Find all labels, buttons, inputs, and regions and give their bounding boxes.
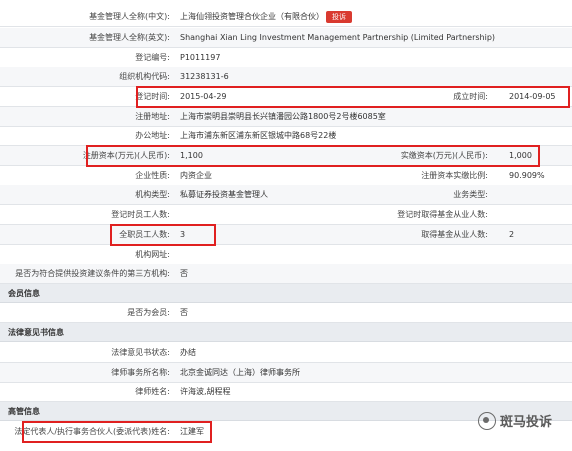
watermark-logo-icon — [478, 411, 496, 430]
label-staff-qualified: 取得基金从业人数: — [421, 230, 488, 239]
section-legal-title: 法律意见书信息 — [8, 328, 64, 337]
section-exec-title: 高管信息 — [8, 407, 40, 416]
value-third-party: 否 — [180, 269, 188, 278]
value-name-cn: 上海仙翎投资管理合伙企业（有限合伙） — [180, 12, 324, 21]
label-reg-addr: 注册地址: — [135, 112, 170, 121]
watermark-text: 斑马投诉 — [500, 415, 553, 430]
row-lawyer: 律师姓名: 许海波,胡程程 — [0, 382, 572, 402]
label-office-addr: 办公地址: — [135, 131, 170, 140]
row-reg-time: 登记时间: 2015-04-29 成立时间: 2014-09-05 — [0, 87, 572, 107]
label-staff-reg: 登记时员工人数: — [111, 210, 170, 219]
label-type: 机构类型: — [135, 190, 170, 199]
label-reg-capital: 注册资本(万元)(人民币): — [82, 151, 170, 160]
label-staff-full: 全职员工人数: — [119, 230, 170, 239]
row-name-cn: 基金管理人全称(中文): 上海仙翎投资管理合伙企业（有限合伙） 投诉 — [0, 7, 572, 27]
label-law-firm: 律师事务所名称: — [111, 368, 170, 377]
value-law-firm: 北京金诚同达（上海）律师事务所 — [180, 368, 300, 377]
value-legal-status: 办结 — [180, 348, 196, 357]
label-org-code: 组织机构代码: — [119, 72, 170, 81]
value-rep: 江建军 — [180, 427, 204, 436]
label-website: 机构网址: — [135, 250, 170, 259]
row-capital: 注册资本(万元)(人民币): 1,100 实缴资本(万元)(人民币): 1,00… — [0, 146, 572, 166]
value-member: 否 — [180, 308, 188, 317]
label-name-cn: 基金管理人全称(中文): — [89, 12, 170, 21]
value-nature: 内资企业 — [180, 171, 212, 180]
value-type: 私募证券投资基金管理人 — [180, 190, 268, 199]
label-reg-time: 登记时间: — [135, 92, 170, 101]
row-reg-no: 登记编号: P1011197 — [0, 48, 572, 68]
value-office-addr: 上海市浦东新区浦东新区银城中路68号22楼 — [180, 131, 337, 140]
label-nature: 企业性质: — [135, 171, 170, 180]
value-paid-capital: 1,000 — [509, 151, 532, 160]
section-legal: 法律意见书信息 — [0, 323, 572, 342]
label-legal-status: 法律意见书状态: — [111, 348, 170, 357]
watermark: 斑马投诉 — [478, 411, 552, 430]
row-org-code: 组织机构代码: 31238131-6 — [0, 67, 572, 87]
row-third-party: 是否为符合提供投资建议条件的第三方机构: 否 — [0, 264, 572, 284]
complaint-button[interactable]: 投诉 — [326, 11, 352, 23]
fund-manager-info-page: 基金管理人全称(中文): 上海仙翎投资管理合伙企业（有限合伙） 投诉 基金管理人… — [0, 0, 572, 451]
row-name-en: 基金管理人全称(英文): Shanghai Xian Ling Investme… — [0, 28, 572, 48]
value-org-code: 31238131-6 — [180, 72, 229, 81]
label-member: 是否为会员: — [127, 308, 170, 317]
label-business-type: 业务类型: — [453, 190, 488, 199]
label-est-time: 成立时间: — [453, 92, 488, 101]
row-type: 机构类型: 私募证券投资基金管理人 业务类型: — [0, 185, 572, 205]
label-paid-capital: 实缴资本(万元)(人民币): — [400, 151, 488, 160]
label-third-party: 是否为符合提供投资建议条件的第三方机构: — [15, 269, 170, 278]
row-staff-full: 全职员工人数: 3 取得基金从业人数: 2 — [0, 225, 572, 245]
row-law-firm: 律师事务所名称: 北京金诚同达（上海）律师事务所 — [0, 363, 572, 383]
row-website: 机构网址: — [0, 245, 572, 265]
value-staff-full: 3 — [180, 230, 186, 239]
value-est-time: 2014-09-05 — [509, 92, 556, 101]
value-reg-no: P1011197 — [180, 53, 221, 62]
value-lawyer: 许海波,胡程程 — [180, 387, 231, 396]
label-staff-reg-qualified: 登记时取得基金从业人数: — [397, 210, 488, 219]
section-member: 会员信息 — [0, 284, 572, 303]
value-staff-qualified: 2 — [509, 230, 515, 239]
label-lawyer: 律师姓名: — [135, 387, 170, 396]
row-nature: 企业性质: 内资企业 注册资本实缴比例: 90.909% — [0, 166, 572, 186]
label-name-en: 基金管理人全称(英文): — [89, 33, 170, 42]
label-paid-ratio: 注册资本实缴比例: — [421, 171, 488, 180]
row-legal-status: 法律意见书状态: 办结 — [0, 343, 572, 363]
label-rep: 法定代表人/执行事务合伙人(委派代表)姓名: — [14, 427, 170, 436]
label-reg-no: 登记编号: — [135, 53, 170, 62]
value-name-en: Shanghai Xian Ling Investment Management… — [180, 33, 496, 42]
row-staff-reg: 登记时员工人数: 登记时取得基金从业人数: — [0, 205, 572, 225]
value-reg-time: 2015-04-29 — [180, 92, 227, 101]
value-reg-capital: 1,100 — [180, 151, 203, 160]
value-paid-ratio: 90.909% — [509, 171, 545, 180]
row-reg-addr: 注册地址: 上海市崇明县崇明县长兴镇潘园公路1800号2号楼6085室 — [0, 107, 572, 127]
row-office-addr: 办公地址: 上海市浦东新区浦东新区银城中路68号22楼 — [0, 126, 572, 146]
value-reg-addr: 上海市崇明县崇明县长兴镇潘园公路1800号2号楼6085室 — [180, 112, 386, 121]
row-member: 是否为会员: 否 — [0, 303, 572, 323]
section-member-title: 会员信息 — [8, 289, 40, 298]
